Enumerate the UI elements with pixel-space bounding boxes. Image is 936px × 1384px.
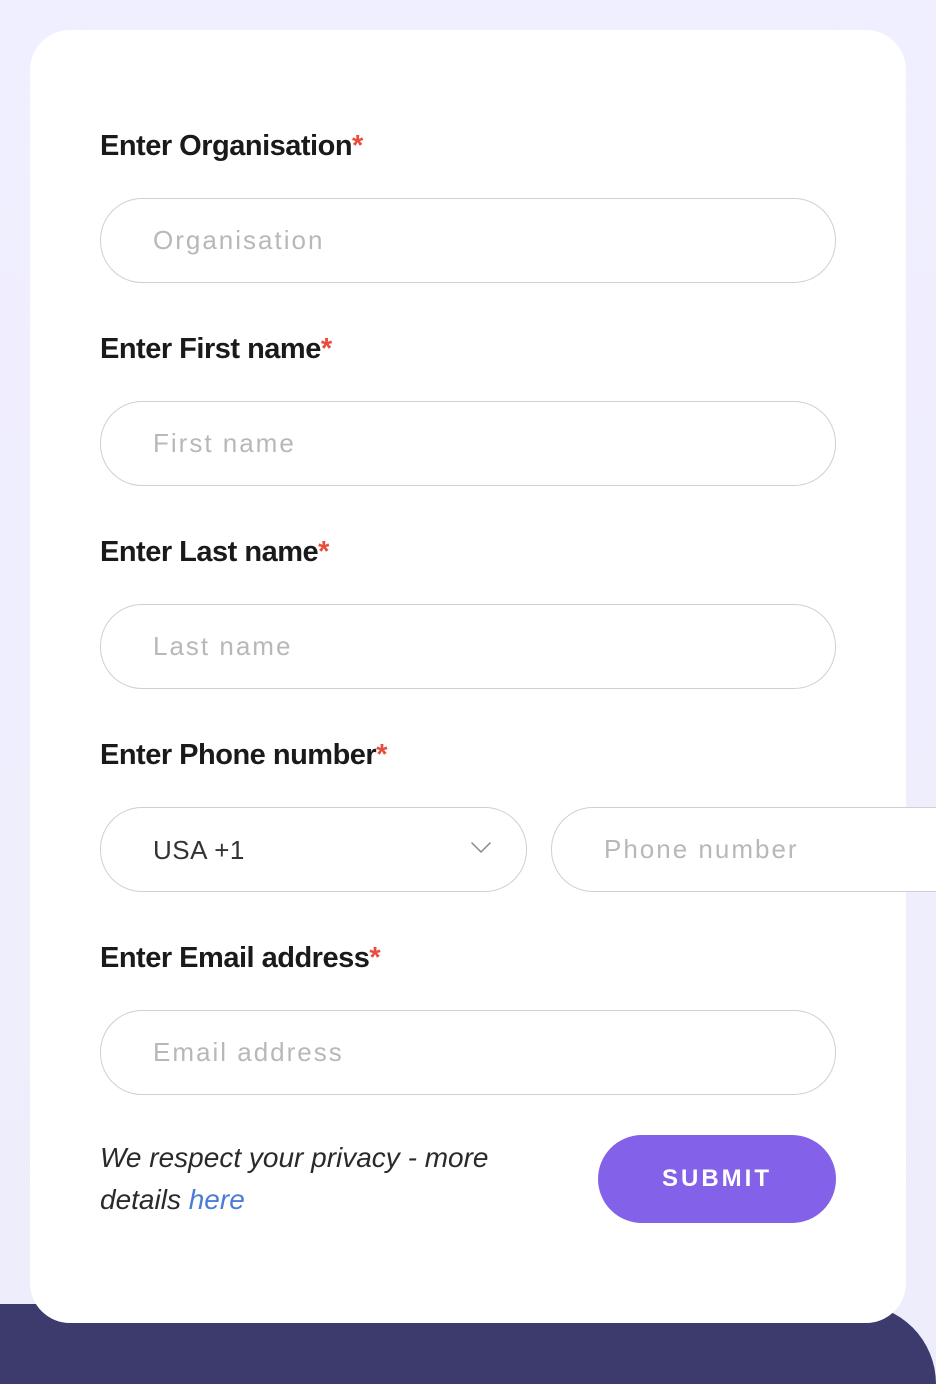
- last-name-label-text: Enter Last name: [100, 536, 318, 568]
- phone-label-text: Enter Phone number: [100, 739, 376, 771]
- organisation-label: Enter Organisation*: [100, 130, 836, 163]
- footer-row: We respect your privacy - more details h…: [100, 1135, 836, 1223]
- privacy-text: We respect your privacy - more details h…: [100, 1137, 540, 1221]
- email-label-text: Enter Email address: [100, 942, 369, 974]
- last-name-label: Enter Last name*: [100, 536, 836, 569]
- email-group: Enter Email address*: [100, 942, 836, 1095]
- privacy-link[interactable]: here: [189, 1184, 245, 1215]
- first-name-input[interactable]: [100, 401, 836, 486]
- country-select-wrapper: USA +1: [100, 807, 527, 892]
- organisation-group: Enter Organisation*: [100, 130, 836, 283]
- last-name-input[interactable]: [100, 604, 836, 689]
- phone-group: Enter Phone number* USA +1: [100, 739, 836, 892]
- required-marker: *: [318, 536, 329, 568]
- required-marker: *: [352, 130, 363, 162]
- required-marker: *: [376, 739, 387, 771]
- required-marker: *: [321, 333, 332, 365]
- privacy-text-part1: We respect your privacy - more details: [100, 1142, 489, 1215]
- required-marker: *: [369, 942, 380, 974]
- phone-row: USA +1: [100, 807, 836, 892]
- phone-label: Enter Phone number*: [100, 739, 836, 772]
- email-label: Enter Email address*: [100, 942, 836, 975]
- first-name-label: Enter First name*: [100, 333, 836, 366]
- organisation-input[interactable]: [100, 198, 836, 283]
- organisation-label-text: Enter Organisation: [100, 130, 352, 162]
- email-input[interactable]: [100, 1010, 836, 1095]
- last-name-group: Enter Last name*: [100, 536, 836, 689]
- first-name-label-text: Enter First name: [100, 333, 321, 365]
- phone-input[interactable]: [551, 807, 936, 892]
- form-card: Enter Organisation* Enter First name* En…: [30, 30, 906, 1323]
- submit-button[interactable]: SUBMIT: [598, 1135, 836, 1223]
- first-name-group: Enter First name*: [100, 333, 836, 486]
- country-code-select[interactable]: USA +1: [100, 807, 527, 892]
